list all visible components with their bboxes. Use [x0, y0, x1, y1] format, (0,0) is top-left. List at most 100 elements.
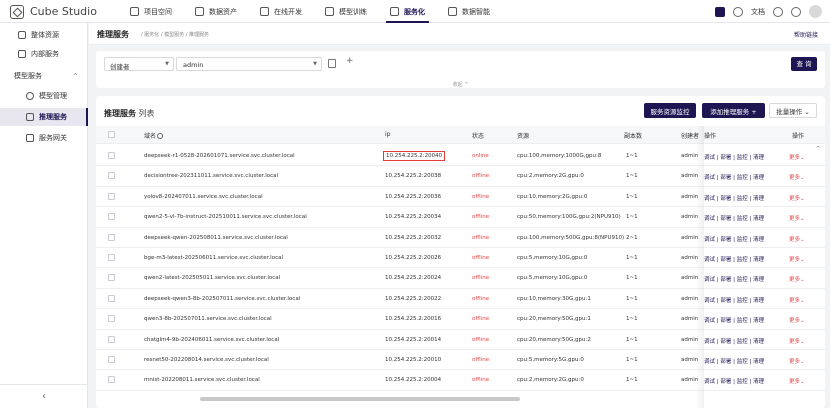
help-circle-icon[interactable]: [733, 6, 743, 17]
row-checkbox[interactable]: [108, 294, 115, 302]
row-checkbox[interactable]: [108, 213, 115, 221]
settings-icon[interactable]: [791, 6, 801, 17]
add-inference-service-button[interactable]: 添加推理服务 +: [702, 103, 765, 118]
cell-host[interactable]: qwen3-8b-202507011.service.svc.cluster.l…: [144, 316, 272, 322]
more-dropdown[interactable]: 更多⌄: [789, 296, 805, 304]
app-logo[interactable]: Cube Studio: [10, 4, 97, 19]
row-actions[interactable]: 调试 | 部署 | 监控 | 清理: [704, 296, 764, 304]
row-actions[interactable]: 调试 | 部署 | 监控 | 清理: [704, 173, 764, 181]
table-row[interactable]: chatglm4-9b-202406011.service.svc.cluste…: [96, 330, 825, 350]
row-actions[interactable]: 调试 | 部署 | 监控 | 清理: [704, 153, 764, 161]
cell-resource: cpu:20,memory:50G,gpu:1: [517, 316, 591, 323]
row-checkbox[interactable]: [108, 335, 115, 343]
cell-host[interactable]: mnist-202208011.service.svc.cluster.loca…: [144, 377, 260, 383]
sidebar-item-internal-services[interactable]: 内部服务: [0, 45, 88, 63]
sidebar-item-overall-resources[interactable]: 整体资源: [0, 26, 88, 44]
cell-host[interactable]: bge-m3-latest-202506011.service.svc.clus…: [144, 255, 283, 261]
table-row[interactable]: yolov8-202407011.service.svc.cluster.loc…: [96, 187, 825, 208]
more-dropdown[interactable]: 更多⌄: [789, 173, 805, 181]
vertical-scrollbar[interactable]: ^: [816, 146, 820, 406]
cell-host[interactable]: deepseek-qwen-202508011.service.svc.clus…: [144, 235, 288, 241]
translate-icon[interactable]: [715, 6, 725, 17]
topnav-data-assets[interactable]: 数据资产: [195, 0, 237, 23]
row-actions[interactable]: 调试 | 部署 | 监控 | 清理: [704, 194, 764, 202]
avatar[interactable]: [809, 5, 822, 18]
row-actions[interactable]: 调试 | 部署 | 监控 | 清理: [704, 377, 764, 385]
table-row[interactable]: qwen3-8b-202507011.service.svc.cluster.l…: [96, 309, 825, 330]
question-icon[interactable]: [773, 6, 783, 17]
row-actions[interactable]: 调试 | 部署 | 监控 | 清理: [704, 275, 764, 283]
delete-filter-icon[interactable]: [328, 59, 336, 68]
cell-host[interactable]: qwen2-5-vl-7b-instruct-202510011.service…: [144, 214, 307, 220]
sidebar-item-inference-service[interactable]: 推理服务: [0, 108, 88, 126]
row-checkbox[interactable]: [108, 274, 115, 282]
service-icon: [390, 7, 399, 16]
select-all-checkbox[interactable]: [108, 131, 115, 138]
more-dropdown[interactable]: 更多⌄: [789, 255, 805, 263]
topnav-data-intelligence[interactable]: 数据智能: [448, 0, 490, 23]
row-actions[interactable]: 调试 | 部署 | 监控 | 清理: [704, 235, 764, 243]
topnav-serving[interactable]: 服务化: [386, 0, 429, 23]
collapse-filter-toggle[interactable]: 收起 ^: [96, 81, 825, 88]
row-checkbox[interactable]: [108, 376, 115, 384]
more-dropdown[interactable]: 更多⌄: [789, 153, 805, 161]
sidebar-group-model-services[interactable]: 模型服务 ^: [0, 67, 88, 85]
cell-ip: 10.254.225.2:20038: [385, 173, 442, 180]
more-dropdown[interactable]: 更多⌄: [789, 377, 805, 385]
topnav-online-dev[interactable]: 在线开发: [260, 0, 302, 23]
row-actions[interactable]: 调试 | 部署 | 监控 | 清理: [704, 255, 764, 263]
sidebar-item-model-management[interactable]: 模型管理: [0, 87, 88, 105]
cell-host[interactable]: deepseek-qwen3-8b-202507011.service.svc.…: [144, 296, 300, 302]
row-actions[interactable]: 调试 | 部署 | 监控 | 清理: [704, 214, 764, 222]
table-row[interactable]: resnet50-202208014.service.svc.cluster.l…: [96, 350, 825, 371]
row-actions[interactable]: 调试 | 部署 | 监控 | 清理: [704, 357, 764, 365]
row-checkbox[interactable]: [108, 315, 115, 323]
horizontal-scrollbar[interactable]: [200, 397, 520, 401]
more-dropdown[interactable]: 更多⌄: [789, 357, 805, 365]
cell-host[interactable]: decisiontree-202311011.service.svc.clust…: [144, 173, 278, 179]
resource-monitor-button[interactable]: 服务资源监控: [644, 103, 696, 118]
more-dropdown[interactable]: 更多⌄: [789, 235, 805, 243]
row-checkbox[interactable]: [108, 356, 115, 363]
filter-value-input[interactable]: admin ▼: [176, 57, 322, 71]
column-header-host[interactable]: 域名: [144, 131, 164, 140]
cell-ip: 10.254.225.2:20022: [385, 295, 442, 302]
cell-host[interactable]: chatglm4-9b-202406011.service.svc.cluste…: [144, 337, 279, 343]
batch-actions-dropdown[interactable]: 批量操作 ⌄: [769, 103, 817, 118]
topnav-project-space[interactable]: 项目空间: [130, 0, 172, 23]
row-actions[interactable]: 调试 | 部署 | 监控 | 清理: [704, 337, 764, 345]
table-row[interactable]: deepseek-qwen-202508011.service.svc.clus…: [96, 228, 825, 248]
row-checkbox[interactable]: [108, 254, 115, 261]
table-row[interactable]: deepseek-r1-0528-202601071.service.svc.c…: [96, 146, 825, 167]
sidebar-item-label: 整体资源: [31, 31, 59, 39]
cell-host[interactable]: qwen2-latest-202505011.service.svc.clust…: [144, 275, 280, 281]
more-dropdown[interactable]: 更多⌄: [789, 214, 805, 222]
table-row[interactable]: mnist-202208011.service.svc.cluster.loca…: [96, 370, 825, 391]
cell-host[interactable]: resnet50-202208014.service.svc.cluster.l…: [144, 357, 269, 363]
more-dropdown[interactable]: 更多⌄: [789, 194, 805, 202]
more-dropdown[interactable]: 更多⌄: [789, 337, 805, 345]
row-checkbox[interactable]: [108, 233, 115, 241]
search-button[interactable]: 查 询: [791, 57, 817, 71]
table-row[interactable]: deepseek-qwen3-8b-202507011.service.svc.…: [96, 289, 825, 310]
help-link[interactable]: 帮助链接: [794, 30, 818, 39]
cell-host[interactable]: yolov8-202407011.service.svc.cluster.loc…: [144, 194, 263, 200]
sidebar-item-service-gateway[interactable]: 服务网关: [0, 129, 88, 147]
cell-host[interactable]: deepseek-r1-0528-202601071.service.svc.c…: [144, 153, 295, 159]
filter-field-select[interactable]: 创建者 ▼: [104, 57, 174, 71]
table-row[interactable]: qwen2-5-vl-7b-instruct-202510011.service…: [96, 207, 825, 228]
topnav-model-training[interactable]: 模型训练: [325, 0, 367, 23]
row-checkbox[interactable]: [108, 172, 115, 180]
table-row[interactable]: decisiontree-202311011.service.svc.clust…: [96, 166, 825, 187]
more-dropdown[interactable]: 更多⌄: [789, 316, 805, 324]
row-checkbox[interactable]: [108, 152, 115, 159]
row-actions[interactable]: 调试 | 部署 | 监控 | 清理: [704, 316, 764, 324]
cell-resource: cpu:2,memory:2G,gpu:0: [517, 377, 584, 384]
docs-link[interactable]: 文档: [751, 7, 765, 17]
table-row[interactable]: qwen2-latest-202505011.service.svc.clust…: [96, 268, 825, 289]
add-filter-button[interactable]: +: [346, 56, 354, 66]
table-row[interactable]: bge-m3-latest-202506011.service.svc.clus…: [96, 248, 825, 269]
row-checkbox[interactable]: [108, 192, 115, 200]
more-dropdown[interactable]: 更多⌄: [789, 275, 805, 283]
sidebar-collapse-button[interactable]: ‹: [0, 384, 88, 408]
